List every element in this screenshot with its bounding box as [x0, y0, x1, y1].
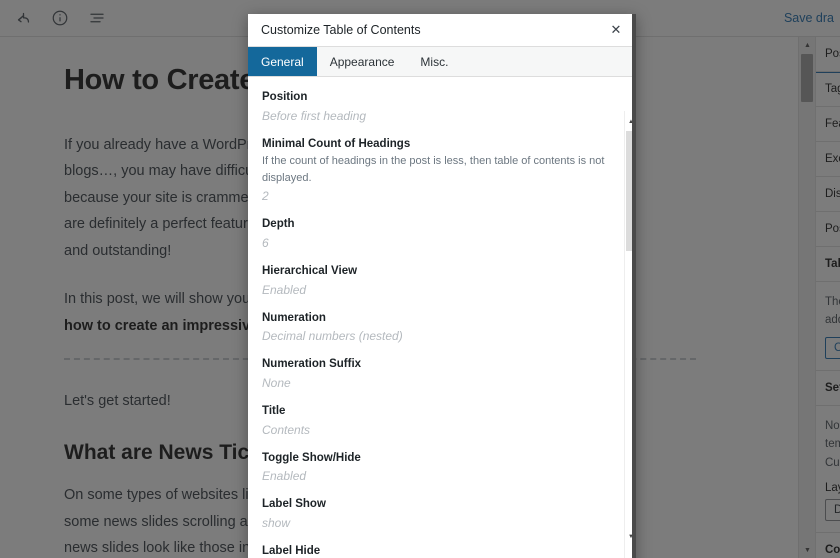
- field-hierarchical-view-value[interactable]: Enabled: [262, 281, 622, 299]
- field-minimal-count-of-headings: Minimal Count of Headings If the count o…: [262, 136, 622, 206]
- field-toggle-show-hide: Toggle Show/Hide Enabled: [262, 450, 622, 486]
- field-minimal-count-desc: If the count of headings in the post is …: [262, 155, 605, 184]
- field-minimal-count-label: Minimal Count of Headings: [262, 137, 411, 150]
- field-position-label: Position: [262, 91, 308, 103]
- field-numeration-suffix-label: Numeration Suffix: [262, 358, 362, 371]
- field-numeration-suffix: Numeration Suffix None: [262, 356, 622, 392]
- field-label-show: Label Show show: [262, 496, 622, 532]
- field-toggle-show-hide-value[interactable]: Enabled: [262, 467, 622, 485]
- tab-misc[interactable]: Misc.: [407, 47, 461, 76]
- field-position: Position Before first heading: [262, 89, 622, 125]
- modal-title: Customize Table of Contents: [261, 23, 421, 37]
- tab-general[interactable]: General: [248, 47, 317, 76]
- modal-tabs: General Appearance Misc.: [248, 47, 636, 77]
- field-numeration-label: Numeration: [262, 311, 326, 324]
- field-depth: Depth 6: [262, 216, 622, 252]
- field-minimal-count-value[interactable]: 2: [262, 187, 622, 205]
- customize-toc-modal: Customize Table of Contents ✕ General Ap…: [248, 14, 636, 558]
- field-label-hide: Label Hide hide: [262, 543, 622, 558]
- modal-body: Position Before first heading Minimal Co…: [248, 77, 636, 558]
- field-label-show-label: Label Show: [262, 498, 326, 511]
- field-hierarchical-view-label: Hierarchical View: [262, 265, 358, 278]
- field-numeration: Numeration Decimal numbers (nested): [262, 310, 622, 346]
- field-numeration-suffix-value[interactable]: None: [262, 374, 622, 392]
- modal-right-edge: [632, 14, 636, 558]
- field-hierarchical-view: Hierarchical View Enabled: [262, 263, 622, 299]
- field-toggle-show-hide-label: Toggle Show/Hide: [262, 451, 361, 464]
- field-label-hide-label: Label Hide: [262, 545, 321, 558]
- modal-header: Customize Table of Contents ✕: [248, 14, 636, 47]
- field-title: Title Contents: [262, 403, 622, 439]
- screen: Save dra How to Create N If you already …: [0, 0, 840, 558]
- field-position-value[interactable]: Before first heading: [262, 107, 622, 125]
- field-numeration-value[interactable]: Decimal numbers (nested): [262, 327, 622, 345]
- field-depth-value[interactable]: 6: [262, 234, 622, 252]
- field-depth-label: Depth: [262, 218, 295, 231]
- close-icon[interactable]: ✕: [602, 17, 630, 43]
- field-title-value[interactable]: Contents: [262, 421, 622, 439]
- field-label-show-value[interactable]: show: [262, 514, 622, 532]
- field-title-label: Title: [262, 405, 286, 418]
- tab-appearance[interactable]: Appearance: [317, 47, 408, 76]
